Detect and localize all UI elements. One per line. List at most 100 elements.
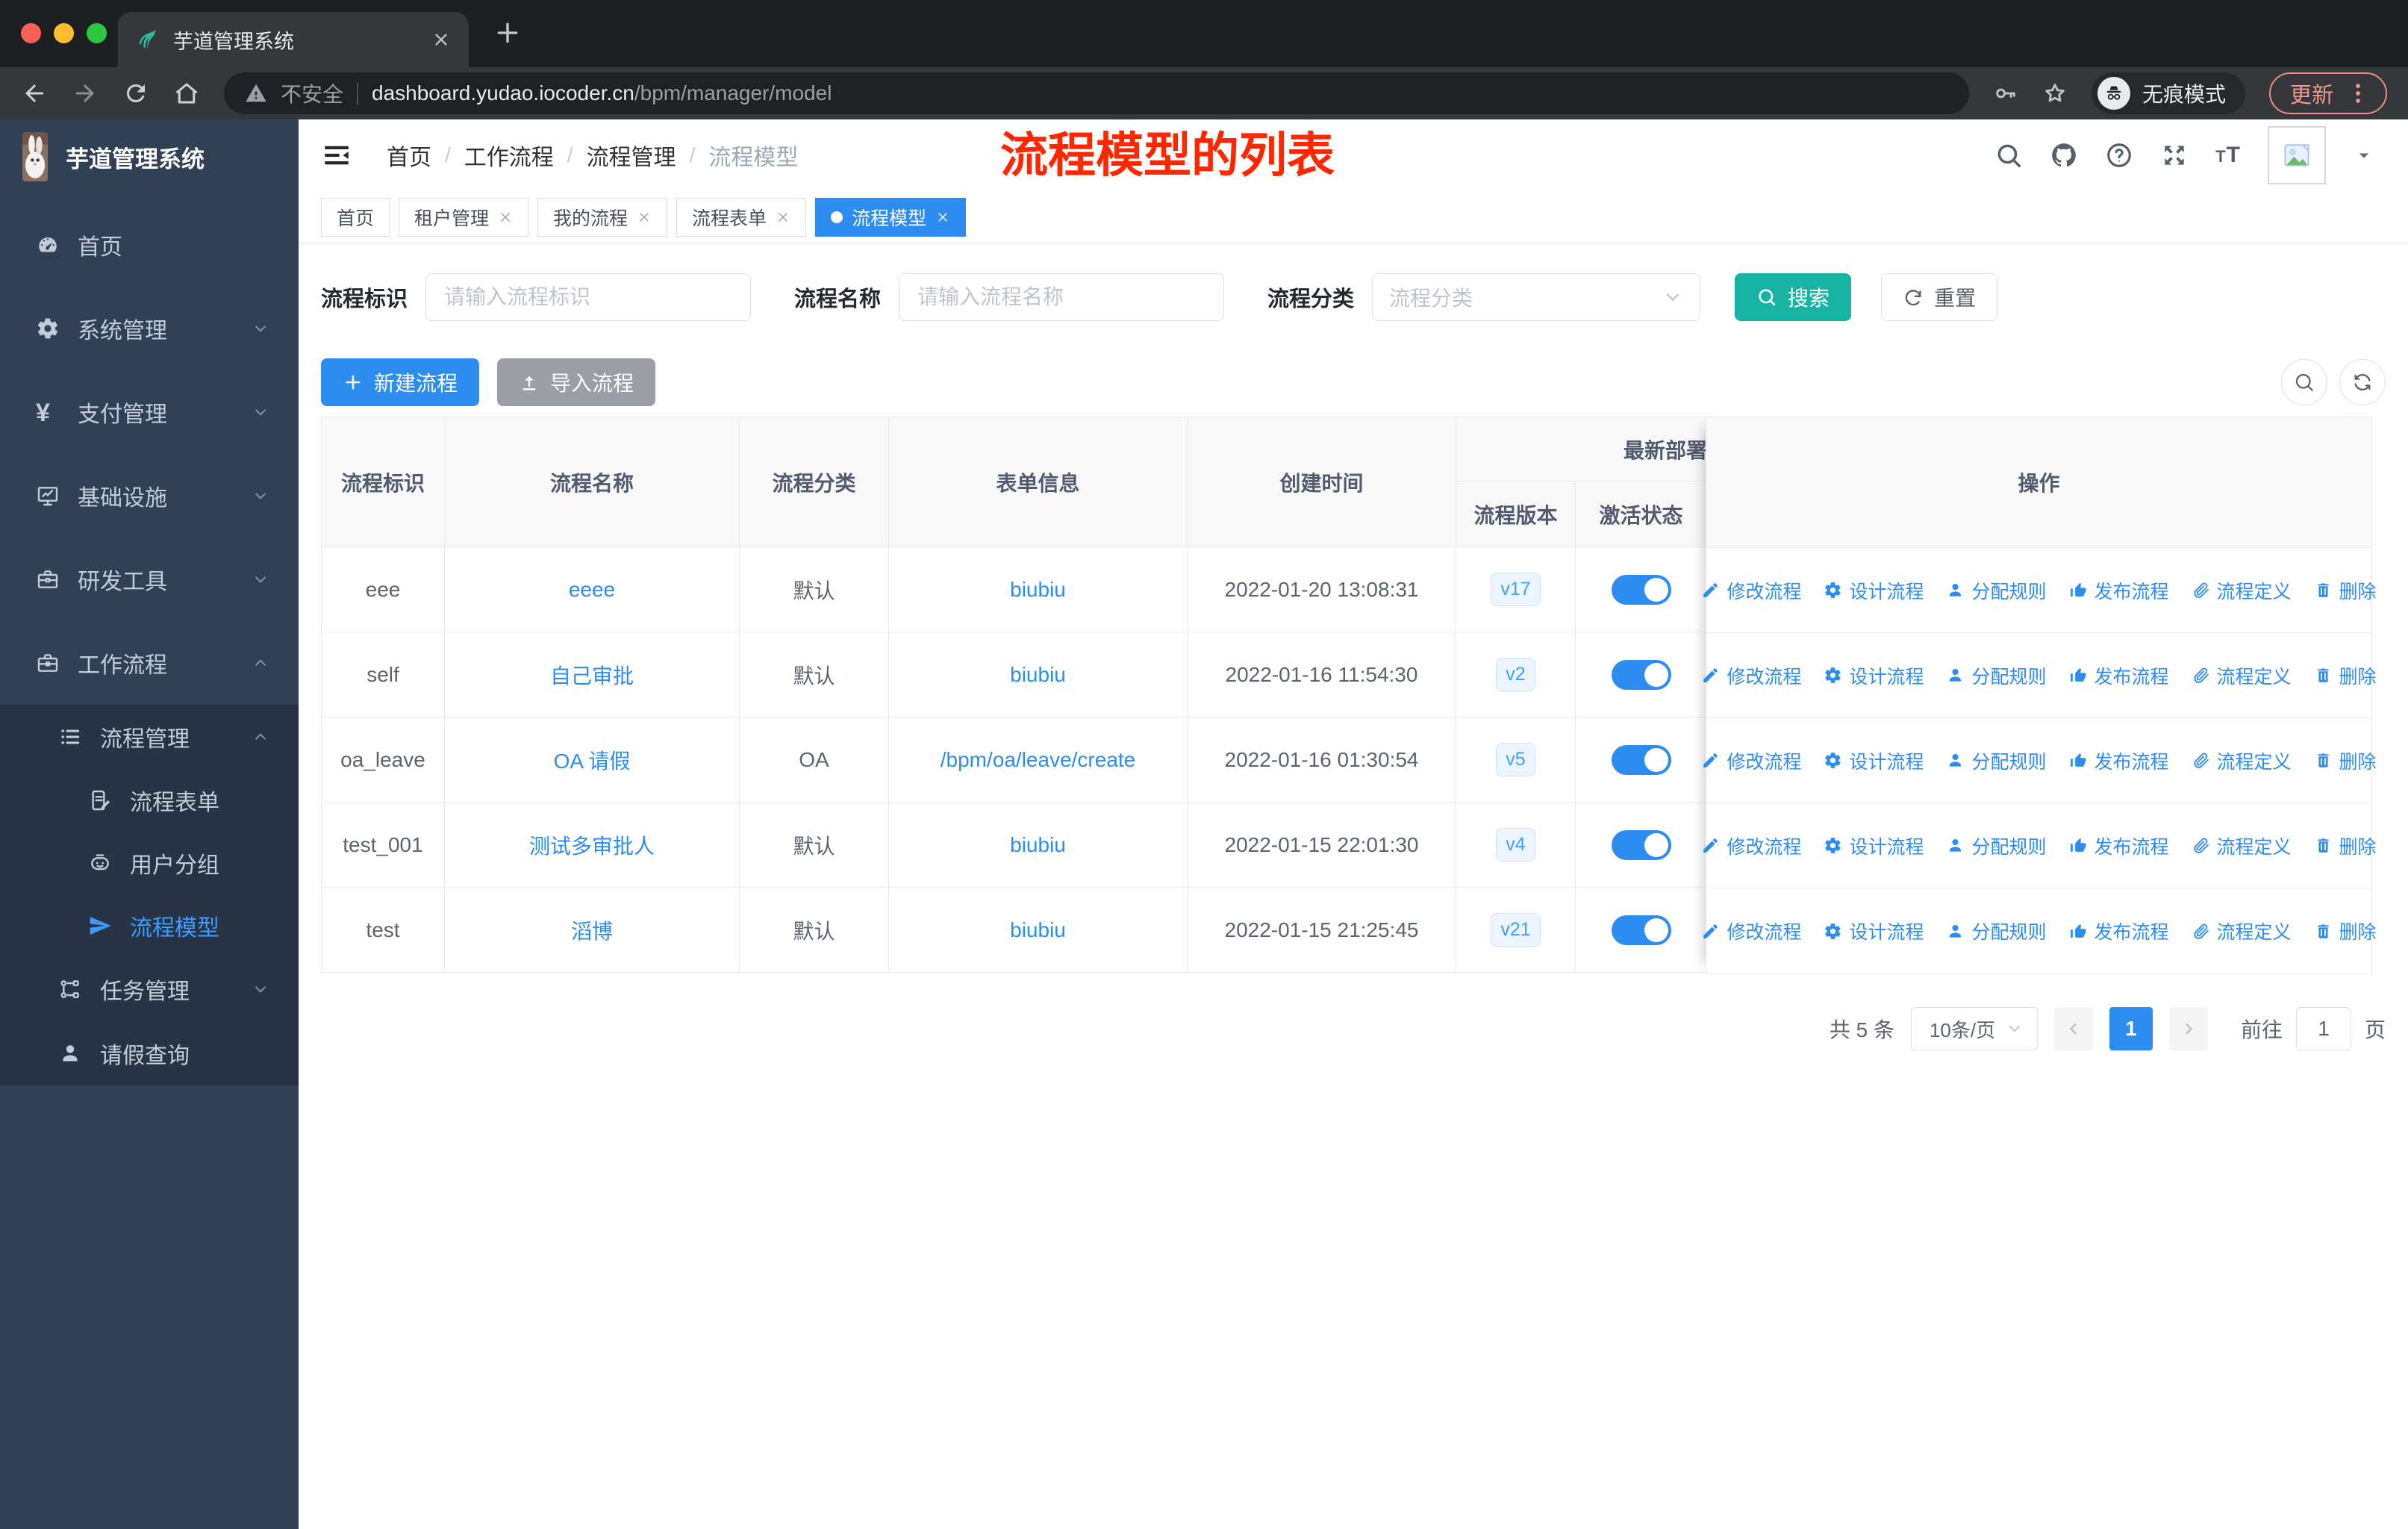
github-icon[interactable] [2050,141,2078,169]
create-process-button[interactable]: 新建流程 [321,358,480,406]
form-info-link[interactable]: biubiu [1010,663,1066,686]
close-tab-icon[interactable] [431,30,451,49]
goto-page-input[interactable] [2295,1007,2351,1050]
process-name-link[interactable]: 测试多审批人 [529,835,655,858]
category-select[interactable]: 流程分类 [1372,273,1701,321]
tag-我的流程[interactable]: 我的流程 [537,197,668,237]
search-button[interactable]: 搜索 [1735,273,1852,321]
process-id-input[interactable] [425,273,752,321]
page-size-select[interactable]: 10条/页 [1910,1007,2038,1050]
form-info-link[interactable]: biubiu [1010,918,1066,941]
action-分配规则[interactable]: 分配规则 [1946,662,2047,689]
action-修改流程[interactable]: 修改流程 [1701,832,1801,859]
breadcrumb-item[interactable]: 流程管理 [587,139,676,172]
process-name-link[interactable]: eeee [569,578,615,601]
tag-首页[interactable]: 首页 [321,197,390,237]
reload-icon[interactable] [122,80,149,107]
active-toggle[interactable] [1611,915,1671,945]
update-chip[interactable]: 更新 [2268,72,2387,114]
action-发布流程[interactable]: 发布流程 [2069,832,2169,859]
action-删除[interactable]: 删除 [2314,918,2377,944]
close-icon[interactable] [498,210,513,225]
action-删除[interactable]: 删除 [2314,832,2377,859]
action-修改流程[interactable]: 修改流程 [1701,662,1801,689]
close-icon[interactable] [637,210,652,225]
avatar[interactable] [2268,126,2326,184]
prev-page-button[interactable] [2053,1007,2093,1050]
chevron-down-icon[interactable] [2353,144,2375,166]
sidebar-item-流程表单[interactable]: 流程表单 [0,769,299,832]
form-info-link[interactable]: biubiu [1010,833,1066,856]
process-name-input[interactable] [899,273,1225,321]
action-流程定义[interactable]: 流程定义 [2192,747,2292,774]
maximize-window-button[interactable] [87,23,107,43]
action-流程定义[interactable]: 流程定义 [2192,832,2292,859]
form-info-link[interactable]: biubiu [1010,578,1066,601]
action-修改流程[interactable]: 修改流程 [1701,577,1801,604]
sidebar-item-流程模型[interactable]: 流程模型 [0,894,299,957]
action-发布流程[interactable]: 发布流程 [2069,662,2169,689]
update-label[interactable]: 更新 [2290,78,2333,109]
action-分配规则[interactable]: 分配规则 [1946,577,2047,604]
tag-租户管理[interactable]: 租户管理 [399,197,529,237]
new-tab-button[interactable] [493,18,523,48]
process-name-link[interactable]: 滔博 [571,920,613,943]
sidebar-item-流程管理[interactable]: 流程管理 [0,705,299,769]
sidebar-item-支付管理[interactable]: ¥ 支付管理 [0,370,299,454]
active-toggle[interactable] [1611,829,1671,860]
tag-流程表单[interactable]: 流程表单 [676,197,807,237]
action-设计流程[interactable]: 设计流程 [1824,832,1924,859]
action-设计流程[interactable]: 设计流程 [1824,662,1924,689]
show-search-button[interactable] [2281,359,2327,405]
sidebar-item-研发工具[interactable]: 研发工具 [0,538,299,621]
breadcrumb-item[interactable]: 首页 [387,139,431,172]
active-toggle[interactable] [1611,744,1671,775]
action-设计流程[interactable]: 设计流程 [1824,747,1924,774]
search-icon[interactable] [1994,141,2023,169]
home-icon[interactable] [173,80,200,107]
collapse-sidebar-icon[interactable] [321,140,352,171]
action-发布流程[interactable]: 发布流程 [2069,577,2169,604]
sidebar-item-基础设施[interactable]: 基础设施 [0,454,299,538]
action-流程定义[interactable]: 流程定义 [2192,918,2292,944]
breadcrumb-item[interactable]: 工作流程 [464,139,554,172]
action-流程定义[interactable]: 流程定义 [2192,577,2292,604]
minimize-window-button[interactable] [54,23,74,43]
reset-button[interactable]: 重置 [1881,273,1998,321]
process-name-link[interactable]: 自己审批 [550,664,634,688]
sidebar-item-系统管理[interactable]: 系统管理 [0,287,299,370]
action-发布流程[interactable]: 发布流程 [2069,747,2169,774]
action-修改流程[interactable]: 修改流程 [1701,747,1801,774]
tag-流程模型[interactable]: 流程模型 [815,197,967,237]
action-删除[interactable]: 删除 [2314,747,2377,774]
sidebar-item-任务管理[interactable]: 任务管理 [0,957,299,1021]
close-window-button[interactable] [21,23,41,43]
window-controls[interactable] [21,23,107,43]
refresh-table-button[interactable] [2339,359,2386,405]
sidebar-item-首页[interactable]: 首页 [0,203,299,287]
action-修改流程[interactable]: 修改流程 [1701,918,1801,944]
action-删除[interactable]: 删除 [2314,662,2377,689]
sidebar-item-工作流程[interactable]: 工作流程 [0,621,299,705]
url-bar[interactable]: 不安全 dashboard.yudao.iocoder.cn/bpm/manag… [224,72,1969,114]
action-流程定义[interactable]: 流程定义 [2192,662,2292,689]
action-发布流程[interactable]: 发布流程 [2069,918,2169,944]
forward-icon[interactable] [72,80,99,107]
process-name-link[interactable]: OA 请假 [554,750,631,773]
action-设计流程[interactable]: 设计流程 [1824,918,1924,944]
back-icon[interactable] [21,80,48,107]
active-toggle[interactable] [1611,574,1671,605]
key-icon[interactable] [1993,81,2018,106]
next-page-button[interactable] [2168,1007,2208,1050]
sidebar-item-用户分组[interactable]: 用户分组 [0,832,299,894]
help-icon[interactable] [2105,141,2133,169]
close-icon[interactable] [776,210,790,225]
form-info-link[interactable]: /bpm/oa/leave/create [941,748,1136,771]
current-page-button[interactable]: 1 [2109,1007,2153,1050]
action-分配规则[interactable]: 分配规则 [1946,832,2047,859]
action-设计流程[interactable]: 设计流程 [1824,577,1924,604]
sidebar-item-请假查询[interactable]: 请假查询 [0,1021,299,1086]
fullscreen-icon[interactable] [2160,141,2189,169]
action-删除[interactable]: 删除 [2314,577,2377,604]
action-分配规则[interactable]: 分配规则 [1946,918,2047,944]
